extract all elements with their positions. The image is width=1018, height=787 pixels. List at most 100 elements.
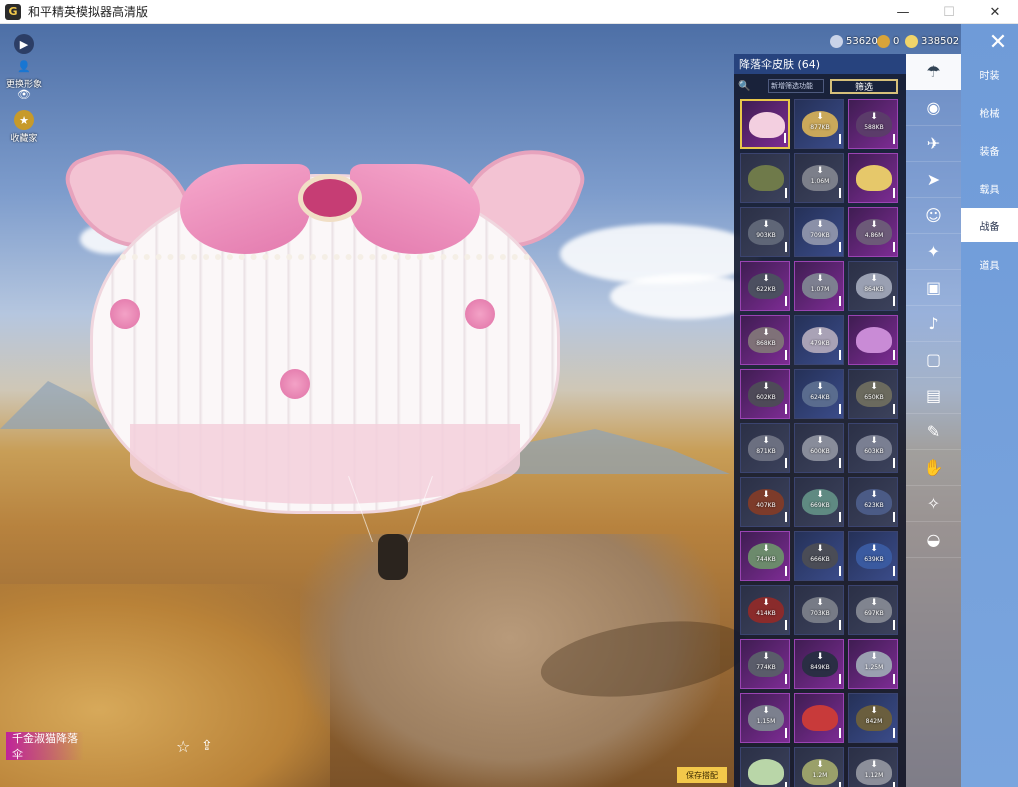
wings-icon[interactable]: ✦ [906,234,961,270]
skin-item[interactable]: ⬇ 666KB [794,531,844,581]
tab-equipment[interactable]: 装备 [961,133,1018,167]
skin-item[interactable] [794,693,844,743]
skin-item[interactable]: ⬇ 622KB [740,261,790,311]
parachute-icon[interactable]: ☂ [906,54,961,90]
skin-item[interactable]: ⬇ 842M [848,693,898,743]
skin-item[interactable]: ⬇ 1.06M [794,153,844,203]
skin-item[interactable]: ⬇ 414KB [740,585,790,635]
user-icon[interactable]: 👤 [14,56,34,76]
skin-item[interactable]: ⬇ 744KB [740,531,790,581]
skin-item[interactable]: ⬇ 849KB [794,639,844,689]
minimize-button[interactable]: — [880,0,926,24]
skin-item[interactable]: ⬇ 1.15M [740,693,790,743]
hand-icon[interactable]: ✋ [906,450,961,486]
skin-item[interactable]: ⬇ 603KB [848,423,898,473]
download-icon: ⬇ [816,382,824,392]
backpack-icon[interactable]: ▣ [906,270,961,306]
status-bar [893,674,895,684]
status-bar [893,512,895,522]
skin-item[interactable]: ⬇ 903KB [740,207,790,257]
parachute-preview[interactable] [59,128,591,514]
skin-item[interactable] [848,315,898,365]
skin-item[interactable] [740,747,790,787]
filter-input[interactable]: 新增筛选功能 [768,79,824,93]
skin-item[interactable] [740,99,790,149]
tab-fashion[interactable]: 时装 [961,57,1018,91]
skin-size: 744KB [756,556,776,563]
eye-mask-icon[interactable]: ◉ [906,90,961,126]
status-bar [893,728,895,738]
skin-item[interactable] [740,153,790,203]
skin-item[interactable]: ⬇ 650KB [848,369,898,419]
magic-wand-icon[interactable]: ✧ [906,486,961,522]
filter-button[interactable]: 筛选 [830,78,898,94]
tab-weapons[interactable]: 枪械 [961,95,1018,129]
skin-panel: 降落伞皮肤 (64) 🔍 新增筛选功能 筛选 ⬇ 877KB ⬇ 588KB ⬇ 1.06… [734,54,906,787]
skin-item[interactable]: ⬇ 1.2M [794,747,844,787]
status-bar [785,782,787,787]
skin-item[interactable]: ⬇ 4.86M [848,207,898,257]
tool-view[interactable]: 👁 [8,84,40,104]
skin-item[interactable]: ⬇ 703KB [794,585,844,635]
skin-item[interactable]: ⬇ 868KB [740,315,790,365]
play-icon[interactable]: ▶ [14,34,34,54]
box-icon[interactable]: ▢ [906,342,961,378]
download-icon: ⬇ [816,652,824,662]
tab-props[interactable]: 道具 [961,247,1018,281]
skin-item[interactable]: ⬇ 639KB [848,531,898,581]
download-icon: ⬇ [816,490,824,500]
skin-item[interactable]: ⬇ 774KB [740,639,790,689]
share-icon[interactable]: ⇪ [201,738,213,754]
tab-combat-gear[interactable]: 战备 [961,208,1018,242]
skin-item[interactable]: ⬇ 877KB [794,99,844,149]
glider-icon[interactable]: ➤ [906,162,961,198]
download-icon: ⬇ [762,328,770,338]
emote-icon[interactable]: ☺ [906,198,961,234]
skin-thumbnail [749,112,785,138]
close-icon[interactable]: ✕ [984,28,1012,56]
skin-item[interactable]: ⬇ 624KB [794,369,844,419]
download-icon: ⬇ [870,112,878,122]
bow-wing-left [180,164,310,254]
skin-item[interactable]: ⬇ 623KB [848,477,898,527]
skin-item[interactable]: ⬇ 709KB [794,207,844,257]
skin-item[interactable]: ⬇ 407KB [740,477,790,527]
download-icon: ⬇ [762,598,770,608]
rose-ornament [110,299,140,329]
skin-item[interactable]: ⬇ 1.25M [848,639,898,689]
skin-item[interactable]: ⬇ 697KB [848,585,898,635]
currency-value: 338502 [921,35,960,47]
photo-icon[interactable]: ▤ [906,378,961,414]
skin-item[interactable]: ⬇ 588KB [848,99,898,149]
eye-icon[interactable]: 👁 [14,84,34,104]
maximize-button[interactable]: ☐ [926,0,972,24]
skin-size: 1.2M [812,772,828,779]
favorite-star-icon[interactable]: ☆ [176,737,190,756]
heart-gem [298,174,362,222]
skin-item[interactable]: ⬇ 600KB [794,423,844,473]
skin-item[interactable] [848,153,898,203]
skin-size: 709KB [810,232,830,239]
tab-vehicles[interactable]: 载具 [961,171,1018,205]
skin-size: 639KB [864,556,884,563]
status-bar [839,242,841,252]
save-outfit-button[interactable]: 保存搭配 [677,767,727,783]
skin-item[interactable]: ⬇ 479KB [794,315,844,365]
download-icon: ⬇ [816,112,824,122]
search-icon[interactable]: 🔍 [738,81,756,92]
plane-icon[interactable]: ✈ [906,126,961,162]
sound-icon[interactable]: ♪ [906,306,961,342]
skin-item[interactable]: ⬇ 871KB [740,423,790,473]
skin-item[interactable]: ⬇ 1.12M [848,747,898,787]
tool-label: 收藏家 [10,134,38,144]
tool-collector[interactable]: ★ 收藏家 [8,110,40,144]
collection-icon[interactable]: ★ [14,110,34,130]
window-close-button[interactable]: ✕ [972,0,1018,24]
tool-play[interactable]: ▶ [8,34,40,54]
skin-item[interactable]: ⬇ 602KB [740,369,790,419]
skin-item[interactable]: ⬇ 864KB [848,261,898,311]
skin-item[interactable]: ⬇ 1.07M [794,261,844,311]
skin-item[interactable]: ⬇ 669KB [794,477,844,527]
spray-icon[interactable]: ✎ [906,414,961,450]
trail-icon[interactable]: ◒ [906,522,961,558]
